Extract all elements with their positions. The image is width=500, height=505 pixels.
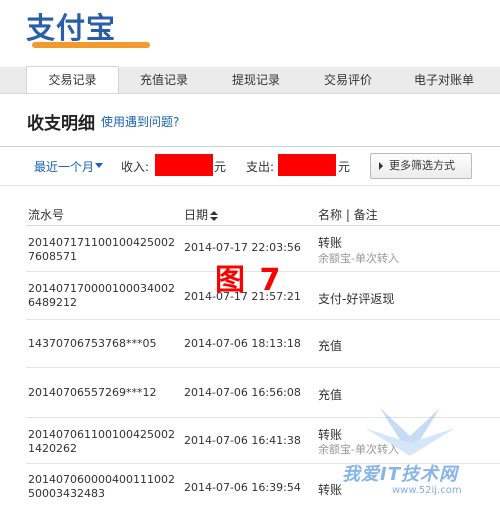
serial-number: 14370706753768***05 [28, 337, 157, 350]
transaction-date: 2014-07-06 16:39:54 [184, 481, 301, 494]
expense-label: 支出: [246, 160, 275, 174]
transaction-name[interactable]: 转账 [318, 481, 342, 498]
transaction-name[interactable]: 充值 [318, 386, 342, 403]
help-link[interactable]: 使用遇到问题? [101, 113, 179, 130]
transaction-name[interactable]: 转账 [318, 234, 342, 251]
transaction-date: 2014-07-06 18:13:18 [184, 337, 301, 350]
serial-number: 2014070611001004250021420262 [28, 428, 175, 455]
expense-redaction [278, 154, 336, 176]
serial-number: 2014071711001004250027608571 [28, 236, 175, 263]
record-tabs: 交易记录 充值记录 提现记录 交易评价 电子对账单 [0, 66, 500, 94]
watermark-logo-icon [365, 408, 455, 456]
page-title: 收支明细 [27, 114, 95, 134]
tab-transaction-records[interactable]: 交易记录 [26, 66, 119, 93]
income-label: 收入: [121, 160, 150, 174]
chevron-down-icon[interactable] [95, 163, 103, 168]
more-filters-button[interactable]: 更多筛选方式 [370, 153, 472, 179]
transaction-date: 2014-07-17 22:03:56 [184, 241, 301, 254]
tab-withdraw-records[interactable]: 提现记录 [210, 67, 302, 93]
column-header-name: 名称 | 备注 [318, 208, 378, 222]
logo-swoosh [32, 42, 150, 48]
filter-bar: 最近一个月 收入: 元 支出: 元 更多筛选方式 [0, 146, 500, 186]
serial-number: 20140706000040011100250003432483 [28, 473, 175, 500]
serial-number: 20140706557269***12 [28, 386, 157, 399]
column-header-date[interactable]: 日期 [184, 206, 219, 223]
income-redaction [155, 154, 213, 176]
date-range-dropdown[interactable]: 最近一个月 [34, 158, 94, 175]
income-unit: 元 [214, 160, 227, 174]
tab-e-statement[interactable]: 电子对账单 [394, 67, 494, 93]
tab-recharge-records[interactable]: 充值记录 [118, 67, 210, 93]
alipay-logo[interactable]: 支付宝 [26, 9, 166, 49]
transaction-name[interactable]: 充值 [318, 337, 342, 354]
transaction-date: 2014-07-06 16:56:08 [184, 386, 301, 399]
transaction-name[interactable]: 支付-好评返现 [318, 290, 394, 307]
transaction-note: 余额宝-单次转入 [318, 252, 399, 265]
column-header-serial: 流水号 [28, 208, 65, 222]
site-url-watermark: www.52ij.com [392, 485, 462, 496]
transaction-date: 2014-07-06 16:41:38 [184, 434, 301, 447]
caret-right-icon [379, 162, 383, 170]
expense-unit: 元 [338, 160, 351, 174]
table-row: 14370706753768***05 2014-07-06 18:13:18 … [26, 320, 500, 368]
tab-transaction-reviews[interactable]: 交易评价 [302, 67, 394, 93]
serial-number: 2014071700001000340026489212 [28, 282, 175, 309]
sort-icon[interactable] [210, 210, 219, 221]
figure-label: 图 7 [215, 263, 283, 298]
site-watermark: 我爱IT技术网 [342, 464, 458, 485]
